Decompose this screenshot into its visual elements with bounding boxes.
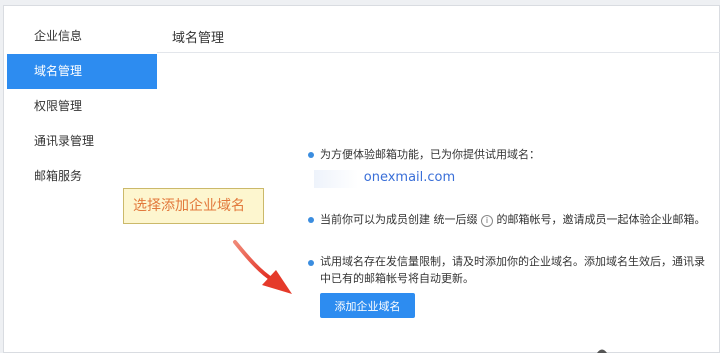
bullet-icon bbox=[308, 260, 314, 266]
tip-suffix-after: 的邮箱帐号，邀请成员一起体验企业邮箱。 bbox=[496, 213, 706, 226]
tip-limit-line2: 中已有的邮箱帐号将自动更新。 bbox=[320, 272, 474, 285]
sidebar-item-company-info[interactable]: 企业信息 bbox=[7, 19, 157, 54]
bullet-icon bbox=[308, 217, 314, 223]
sidebar-item-contacts-management[interactable]: 通讯录管理 bbox=[7, 124, 157, 159]
sidebar: 企业信息 域名管理 权限管理 通讯录管理 邮箱服务 bbox=[7, 19, 157, 194]
trial-domain-text: onexmail.com bbox=[363, 170, 456, 185]
sidebar-item-permission-management[interactable]: 权限管理 bbox=[7, 89, 157, 124]
annotation-arrow-icon bbox=[233, 240, 292, 294]
tip-limit-line1: 试用域名存在发信量限制，请及时添加你的企业域名。添加域名生效后，通讯录 bbox=[320, 255, 705, 268]
sidebar-item-domain-management[interactable]: 域名管理 bbox=[7, 54, 157, 89]
info-icon[interactable]: i bbox=[481, 215, 493, 227]
tip-trial-domain: 为方便体验邮箱功能，已为你提供试用域名： bbox=[320, 148, 540, 161]
redaction-mask bbox=[314, 170, 358, 188]
page-title: 域名管理 bbox=[172, 31, 225, 46]
header-divider bbox=[157, 52, 720, 53]
tip-suffix-before: 当前你可以为成员创建 统一后缀 bbox=[320, 213, 478, 226]
bullet-icon bbox=[308, 152, 314, 158]
add-enterprise-domain-button[interactable]: 添加企业域名 bbox=[320, 293, 415, 318]
tip-limit: 试用域名存在发信量限制，请及时添加你的企业域名。添加域名生效后，通讯录 中已有的… bbox=[320, 253, 705, 287]
cursor-icon bbox=[597, 349, 607, 353]
annotation-callout: 选择添加企业域名 bbox=[123, 188, 264, 224]
tip-suffix: 当前你可以为成员创建 统一后缀 i 的邮箱帐号，邀请成员一起体验企业邮箱。 bbox=[320, 211, 706, 228]
